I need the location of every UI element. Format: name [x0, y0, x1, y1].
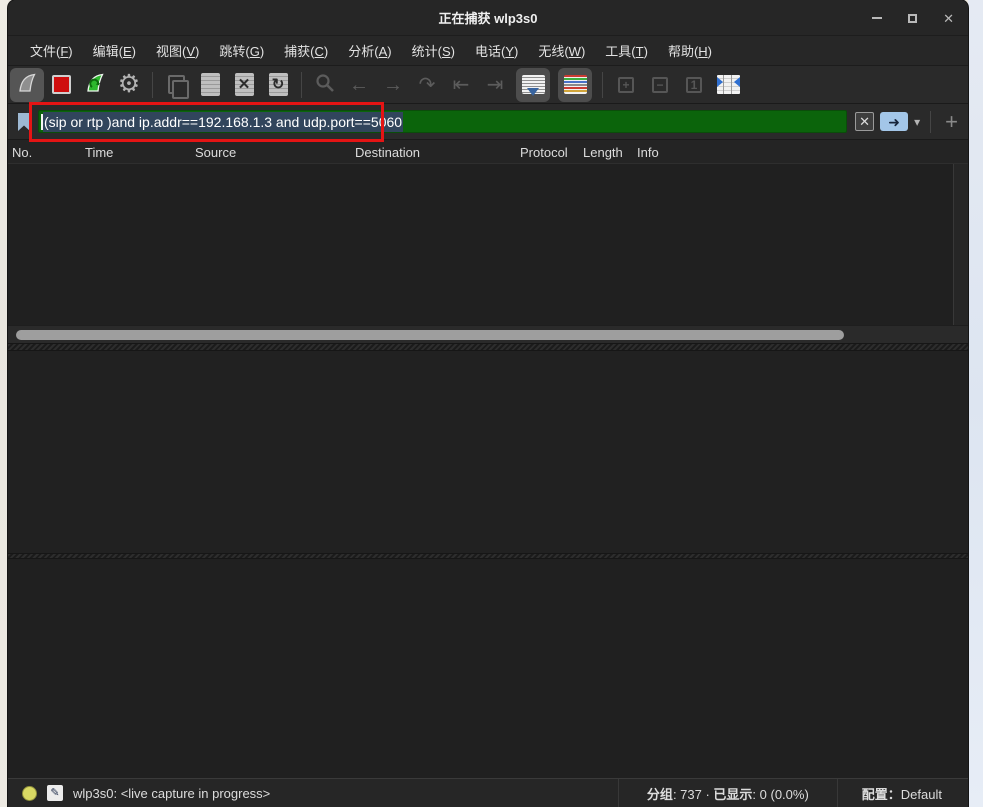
- open-file-button[interactable]: [159, 68, 193, 102]
- maximize-button[interactable]: [908, 14, 917, 23]
- menu-wireless[interactable]: 无线(W): [528, 37, 595, 64]
- save-file-button[interactable]: [193, 68, 227, 102]
- menu-analyze[interactable]: 分析(A): [338, 37, 401, 64]
- go-back-button[interactable]: ←: [342, 68, 376, 102]
- arrow-to-end-icon: ⇥: [487, 75, 504, 95]
- column-protocol[interactable]: Protocol: [520, 140, 568, 164]
- vertical-scrollbar[interactable]: [953, 164, 968, 325]
- desktop: 正在捕获 wlp3s0 ✕ 文件(F) 编辑(E) 视图(V) 跳转(G) 捕获…: [0, 0, 983, 807]
- menu-edit[interactable]: 编辑(E): [83, 37, 146, 64]
- reload-file-icon: ↻: [269, 73, 288, 96]
- column-destination[interactable]: Destination: [355, 140, 420, 164]
- expert-info-icon[interactable]: [22, 786, 37, 801]
- display-filter-input[interactable]: (sip or rtp )and ip.addr==192.168.1.3 an…: [38, 110, 847, 133]
- packet-list-header: No. Time Source Destination Protocol Len…: [8, 140, 968, 164]
- filter-text: (sip or rtp )and ip.addr==192.168.1.3 an…: [43, 112, 403, 132]
- pane-splitter-top[interactable]: [8, 343, 968, 351]
- filter-bar: (sip or rtp )and ip.addr==192.168.1.3 an…: [8, 104, 968, 140]
- packet-details-pane: [8, 351, 968, 553]
- column-time[interactable]: Time: [85, 140, 113, 164]
- main-toolbar: ⚙ ✕ ↻ ← →: [8, 66, 968, 104]
- status-bar: ✎ wlp3s0: <live capture in progress> 分组:…: [8, 778, 968, 807]
- menu-help[interactable]: 帮助(H): [658, 37, 722, 64]
- capture-options-button[interactable]: ⚙: [112, 68, 146, 102]
- shark-fin-icon: [15, 71, 39, 98]
- window-title: 正在捕获 wlp3s0: [439, 8, 538, 27]
- magnifier-icon: [314, 72, 336, 97]
- start-capture-button[interactable]: [10, 68, 44, 102]
- toolbar-separator: [152, 72, 153, 98]
- column-no[interactable]: No.: [12, 140, 32, 164]
- toolbar-separator: [301, 72, 302, 98]
- colorize-icon: [564, 75, 587, 94]
- close-file-icon: ✕: [235, 73, 254, 96]
- zoom-reset-icon: 1: [686, 77, 702, 93]
- zoom-out-icon: −: [652, 77, 668, 93]
- horizontal-scrollbar-thumb[interactable]: [16, 330, 844, 340]
- minimize-button[interactable]: [872, 17, 882, 19]
- curved-arrow-icon: ↷: [419, 75, 436, 95]
- close-button[interactable]: ✕: [943, 12, 954, 25]
- gear-icon: ⚙: [118, 72, 140, 97]
- go-forward-button[interactable]: →: [376, 68, 410, 102]
- menu-telephony[interactable]: 电话(Y): [465, 37, 528, 64]
- column-source[interactable]: Source: [195, 140, 236, 164]
- capture-comment-icon[interactable]: ✎: [47, 785, 63, 801]
- find-packet-button[interactable]: [308, 68, 342, 102]
- filter-separator: [930, 111, 931, 133]
- toolbar-separator: [602, 72, 603, 98]
- add-filter-button[interactable]: +: [941, 111, 962, 133]
- desktop-background-right: [968, 0, 983, 807]
- stop-icon: [52, 75, 71, 94]
- menu-tools[interactable]: 工具(T): [595, 37, 658, 64]
- capture-status-text: wlp3s0: <live capture in progress>: [73, 786, 270, 801]
- menu-statistics[interactable]: 统计(S): [402, 37, 465, 64]
- close-file-button[interactable]: ✕: [227, 68, 261, 102]
- packet-bytes-pane: [8, 559, 968, 778]
- desktop-background-left: [0, 0, 8, 807]
- zoom-out-button[interactable]: −: [643, 68, 677, 102]
- zoom-in-button[interactable]: +: [609, 68, 643, 102]
- menu-file[interactable]: 文件(F): [20, 37, 83, 64]
- packet-counts: 分组: 737 · 已显示: 0 (0.0%): [619, 784, 837, 803]
- save-file-icon: [201, 73, 220, 96]
- column-info[interactable]: Info: [637, 140, 659, 164]
- reload-file-button[interactable]: ↻: [261, 68, 295, 102]
- menu-view[interactable]: 视图(V): [146, 37, 209, 64]
- menu-capture[interactable]: 捕获(C): [274, 37, 338, 64]
- title-bar[interactable]: 正在捕获 wlp3s0 ✕: [8, 0, 968, 36]
- wireshark-window: 正在捕获 wlp3s0 ✕ 文件(F) 编辑(E) 视图(V) 跳转(G) 捕获…: [8, 0, 968, 807]
- open-file-icon: [166, 75, 186, 95]
- menu-bar: 文件(F) 编辑(E) 视图(V) 跳转(G) 捕获(C) 分析(A) 统计(S…: [8, 36, 968, 66]
- go-last-packet-button[interactable]: ⇥: [478, 68, 512, 102]
- clear-filter-button[interactable]: ✕: [855, 112, 874, 131]
- apply-filter-button[interactable]: ➜: [880, 112, 908, 131]
- stop-capture-button[interactable]: [44, 68, 78, 102]
- arrow-to-start-icon: ⇤: [453, 75, 470, 95]
- arrow-right-icon: →: [383, 75, 403, 95]
- column-length[interactable]: Length: [583, 140, 623, 164]
- horizontal-scrollbar[interactable]: [8, 325, 968, 343]
- zoom-in-icon: +: [618, 77, 634, 93]
- auto-scroll-icon: [522, 75, 545, 94]
- colorize-toggle[interactable]: [558, 68, 592, 102]
- resize-columns-button[interactable]: [711, 68, 745, 102]
- resize-columns-icon: [717, 75, 740, 94]
- zoom-reset-button[interactable]: 1: [677, 68, 711, 102]
- bookmark-icon[interactable]: [14, 110, 34, 134]
- menu-go[interactable]: 跳转(G): [209, 37, 274, 64]
- filter-dropdown-caret[interactable]: ▾: [914, 115, 920, 129]
- go-first-packet-button[interactable]: ⇤: [444, 68, 478, 102]
- go-to-packet-button[interactable]: ↷: [410, 68, 444, 102]
- restart-capture-icon: [83, 71, 107, 98]
- arrow-left-icon: ←: [349, 75, 369, 95]
- profile-selector[interactable]: 配置：Default: [838, 784, 968, 803]
- packet-list-pane: [8, 164, 968, 325]
- restart-capture-button[interactable]: [78, 68, 112, 102]
- auto-scroll-toggle[interactable]: [516, 68, 550, 102]
